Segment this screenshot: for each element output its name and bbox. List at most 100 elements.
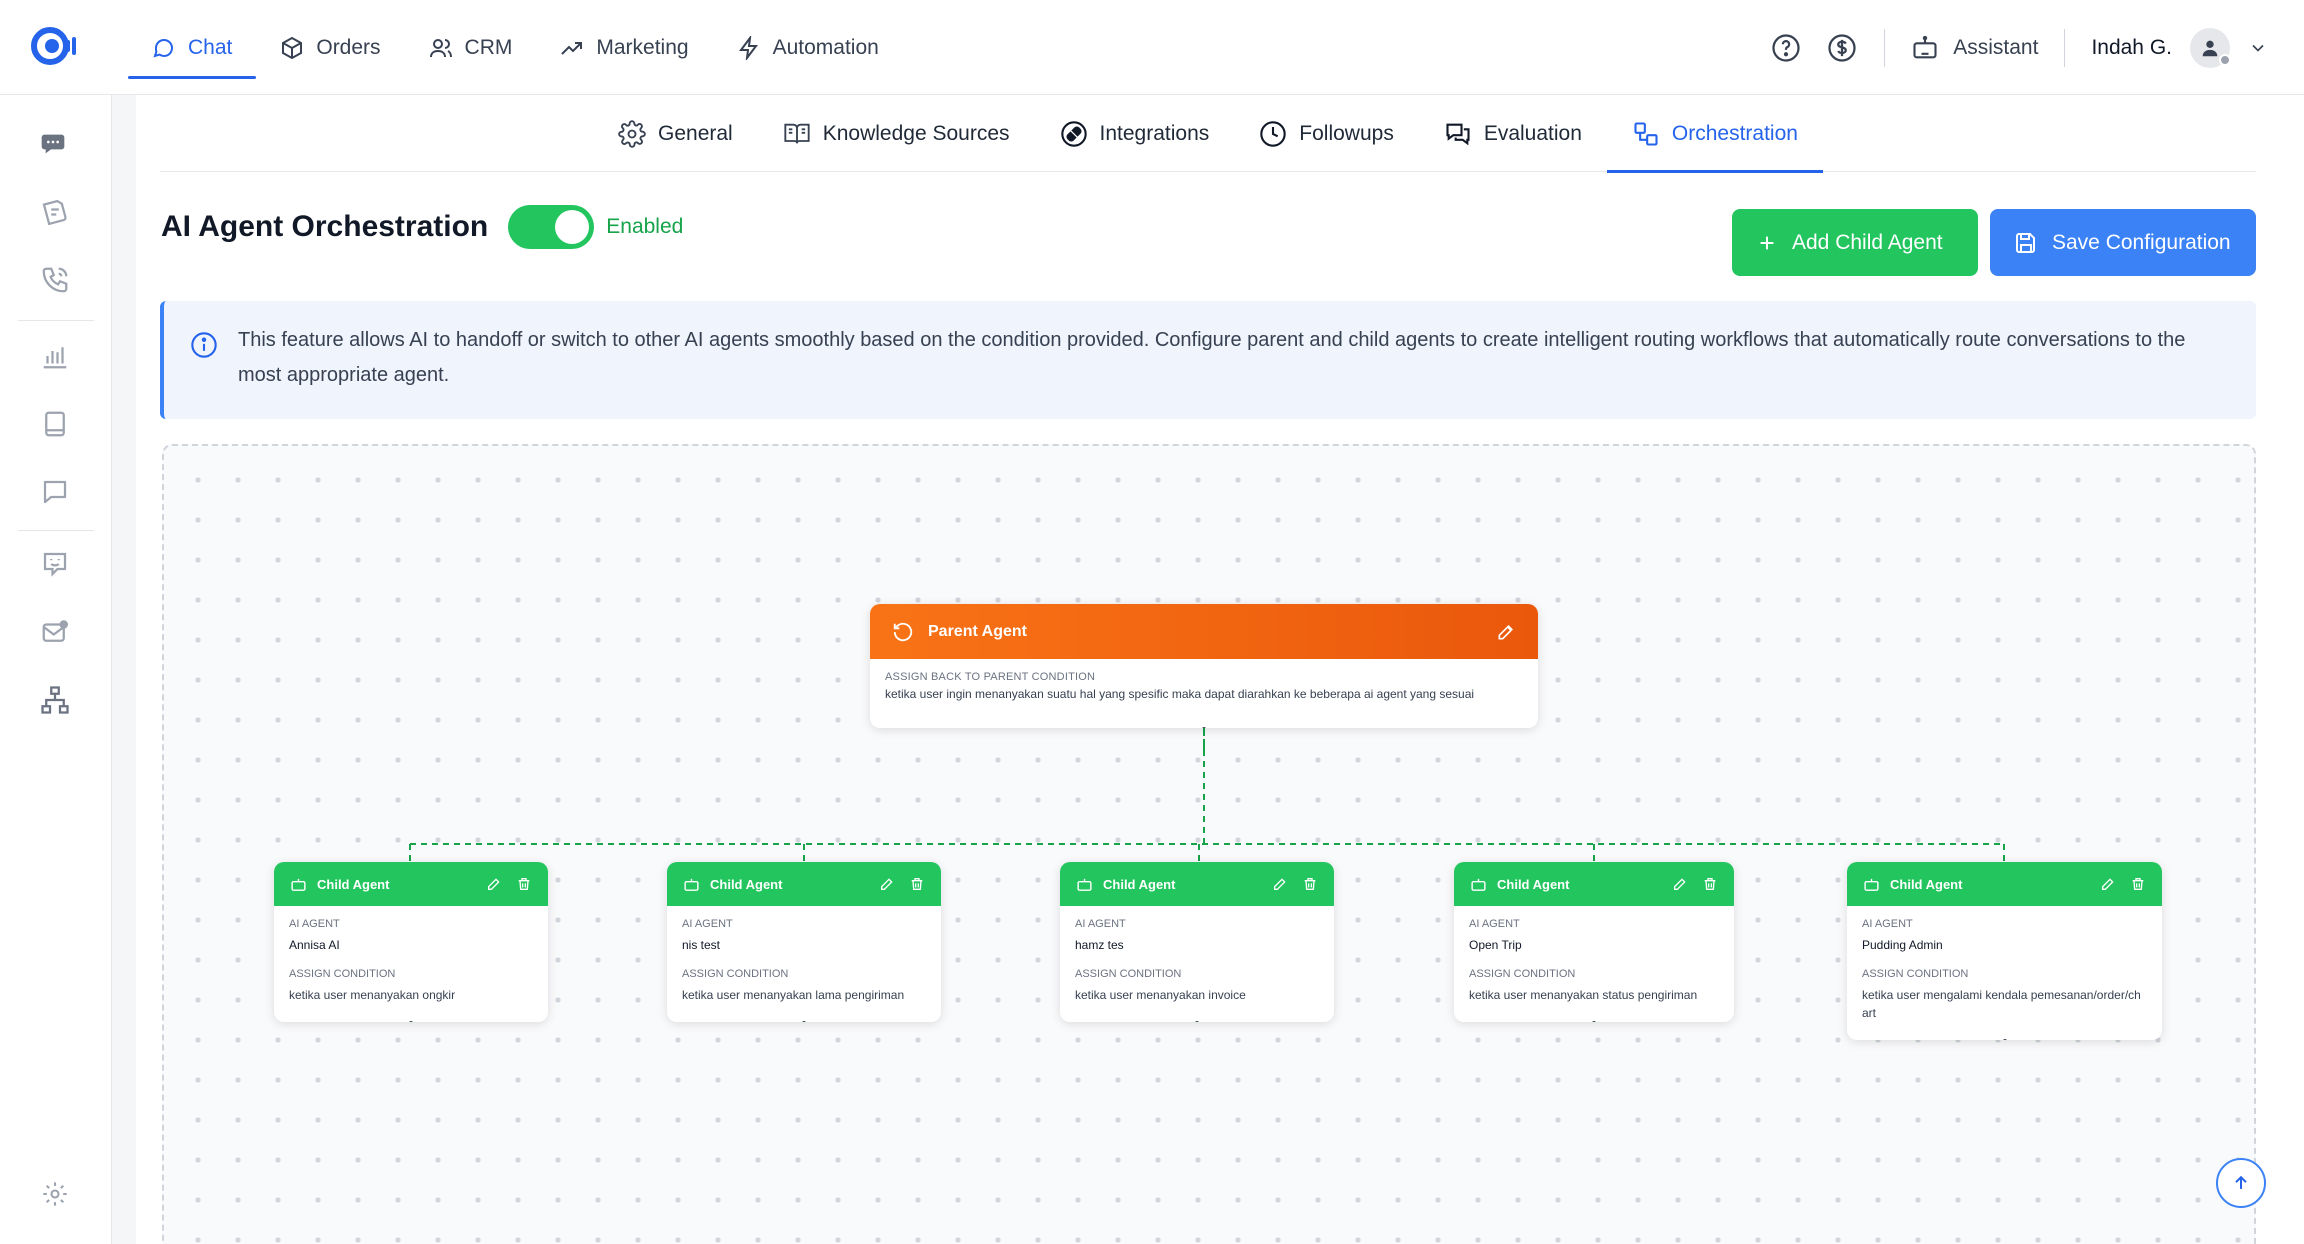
condition-text: ketika user menanyakan ongkir — [289, 988, 456, 1002]
nav-marketing[interactable]: Marketing — [536, 0, 712, 95]
top-navigation: Chat Orders CRM Marketing Automation Ass… — [0, 0, 2304, 95]
agent-name: Open Trip — [1469, 938, 1522, 952]
output-port[interactable] — [802, 1021, 806, 1022]
sidebar-item-settings[interactable] — [38, 1177, 72, 1211]
avatar[interactable] — [2190, 27, 2231, 68]
tab-label: Integrations — [1099, 121, 1210, 145]
app-logo[interactable] — [30, 26, 78, 66]
child-agent-card[interactable]: Child Agent AI AGENT hamz tes ASSIGN CON… — [1060, 862, 1334, 1022]
users-icon — [429, 36, 453, 60]
output-port[interactable] — [1202, 727, 1206, 728]
child-agent-title: Child Agent — [710, 876, 783, 892]
gear-icon — [618, 119, 646, 148]
edit-icon[interactable] — [1272, 876, 1288, 892]
child-agent-header: Child Agent — [274, 862, 548, 906]
edit-icon[interactable] — [1672, 876, 1688, 892]
nav-chat[interactable]: Chat — [128, 0, 257, 95]
sidebar-item-orchestration[interactable] — [38, 683, 72, 717]
sidebar — [0, 95, 112, 1244]
add-child-agent-button[interactable]: Add Child Agent — [1732, 209, 1978, 276]
child-agent-card[interactable]: Child Agent AI AGENT Annisa AI ASSIGN CO… — [274, 862, 548, 1022]
user-icon — [2199, 37, 2221, 59]
sidebar-item-analytics[interactable] — [38, 339, 72, 373]
child-agent-card[interactable]: Child Agent AI AGENT Pudding Admin ASSIG… — [1847, 862, 2162, 1040]
tab-followups[interactable]: Followups — [1234, 95, 1419, 172]
help-icon — [1771, 33, 1801, 63]
robot-icon — [1470, 876, 1487, 893]
trash-icon[interactable] — [1302, 876, 1318, 892]
button-label: Add Child Agent — [1792, 230, 1943, 254]
tab-orchestration[interactable]: Orchestration — [1606, 95, 1824, 173]
edit-icon[interactable] — [2100, 876, 2116, 892]
tab-evaluation[interactable]: Evaluation — [1419, 95, 1607, 172]
robot-icon — [1076, 876, 1093, 893]
save-icon — [2014, 231, 2038, 255]
condition-text: ketika user menanyakan lama pengiriman — [682, 988, 905, 1002]
child-agent-header: Child Agent — [1060, 862, 1334, 906]
flow-icon — [1632, 120, 1660, 148]
sidebar-item-email[interactable] — [38, 615, 72, 649]
output-port[interactable] — [1195, 1021, 1199, 1022]
child-agent-title: Child Agent — [1497, 876, 1570, 892]
chevron-down-icon[interactable] — [2248, 38, 2268, 58]
agent-label: AI AGENT — [1469, 918, 1520, 930]
sidebar-divider — [18, 320, 94, 321]
scroll-to-top-button[interactable] — [2216, 1158, 2266, 1208]
sidebar-item-calls[interactable] — [38, 263, 72, 297]
billing-button[interactable] — [1826, 32, 1858, 64]
divider — [1884, 28, 1886, 67]
sidebar-item-contacts[interactable] — [38, 407, 72, 441]
sidebar-item-bot[interactable] — [38, 547, 72, 581]
child-agent-body: AI AGENT nis test ASSIGN CONDITION ketik… — [667, 906, 941, 1016]
tab-label: Orchestration — [1671, 121, 1798, 145]
trash-icon[interactable] — [2130, 876, 2146, 892]
agent-label: AI AGENT — [1862, 918, 1913, 930]
trash-icon[interactable] — [1702, 876, 1718, 892]
output-port[interactable] — [409, 1021, 413, 1022]
child-agent-card[interactable]: Child Agent AI AGENT nis test ASSIGN CON… — [667, 862, 941, 1022]
edit-icon[interactable] — [486, 876, 502, 892]
orchestration-canvas[interactable]: Parent Agent ASSIGN BACK TO PARENT CONDI… — [162, 444, 2256, 1244]
info-text: This feature allows AI to handoff or swi… — [238, 329, 2186, 386]
condition-text: ketika user menanyakan status pengiriman — [1469, 988, 1698, 1002]
tab-general[interactable]: General — [593, 95, 758, 172]
save-configuration-button[interactable]: Save Configuration — [1990, 209, 2256, 276]
main-panel: General Knowledge Sources Integrations F… — [136, 95, 2304, 1244]
user-name[interactable]: Indah G. — [2091, 36, 2172, 60]
hierarchy-icon — [40, 685, 70, 715]
trash-icon[interactable] — [909, 876, 925, 892]
nav-automation[interactable]: Automation — [713, 0, 903, 95]
lightning-icon — [737, 35, 761, 60]
agent-name: Pudding Admin — [1862, 938, 1943, 952]
trash-icon[interactable] — [516, 876, 532, 892]
bar-chart-icon — [40, 341, 70, 371]
gear-icon — [41, 1180, 69, 1208]
edit-icon[interactable] — [1496, 622, 1516, 642]
parent-agent-body: ASSIGN BACK TO PARENT CONDITION ketika u… — [870, 659, 1538, 713]
chat-bubbles-icon — [1444, 120, 1472, 148]
nav-orders[interactable]: Orders — [256, 0, 404, 95]
agent-label: AI AGENT — [1075, 918, 1126, 930]
edit-icon[interactable] — [879, 876, 895, 892]
button-label: Save Configuration — [2052, 230, 2231, 254]
refresh-icon — [892, 621, 914, 643]
agent-label: AI AGENT — [682, 918, 733, 930]
sidebar-item-chat[interactable] — [38, 127, 72, 161]
plus-icon — [1756, 232, 1778, 254]
arrow-up-icon — [2231, 1173, 2251, 1193]
tab-knowledge-sources[interactable]: Knowledge Sources — [758, 95, 1035, 172]
nav-label: Orders — [316, 35, 381, 59]
sidebar-item-tickets[interactable] — [38, 195, 72, 229]
tab-integrations[interactable]: Integrations — [1035, 95, 1235, 172]
sidebar-item-messages[interactable] — [38, 475, 72, 509]
parent-agent-card[interactable]: Parent Agent ASSIGN BACK TO PARENT CONDI… — [870, 604, 1538, 728]
assistant-button[interactable]: Assistant — [1911, 34, 2038, 62]
divider — [2064, 28, 2066, 67]
nav-crm[interactable]: CRM — [405, 0, 537, 95]
child-agent-card[interactable]: Child Agent AI AGENT Open Trip ASSIGN CO… — [1454, 862, 1734, 1022]
output-port[interactable] — [2002, 1039, 2007, 1040]
output-port[interactable] — [1592, 1021, 1596, 1022]
condition-label: ASSIGN CONDITION — [289, 968, 396, 980]
orchestration-toggle[interactable] — [508, 205, 595, 249]
help-button[interactable] — [1770, 32, 1802, 64]
